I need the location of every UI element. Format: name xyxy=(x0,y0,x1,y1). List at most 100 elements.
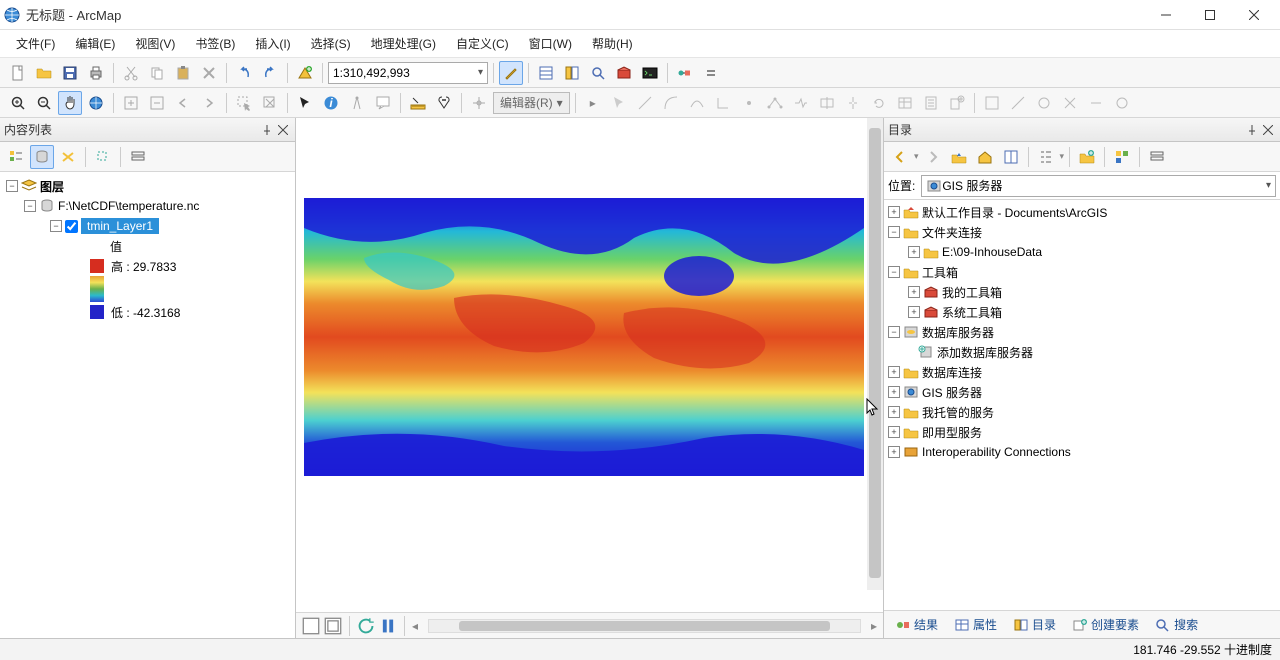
measure-icon[interactable] xyxy=(406,91,430,115)
menu-edit[interactable]: 编辑(E) xyxy=(67,32,123,55)
zoom-in-icon[interactable] xyxy=(6,91,30,115)
model-builder-icon[interactable] xyxy=(673,61,697,85)
full-extent-icon[interactable] xyxy=(84,91,108,115)
horizontal-scrollbar[interactable] xyxy=(428,619,861,633)
menu-customize[interactable]: 自定义(C) xyxy=(448,32,517,55)
sketch-properties-icon[interactable] xyxy=(919,91,943,115)
tree-expand-icon[interactable]: + xyxy=(888,446,900,458)
scroll-right-icon[interactable]: ▸ xyxy=(871,619,877,633)
tree-expand-icon[interactable]: + xyxy=(888,406,900,418)
delete-icon[interactable] xyxy=(197,61,221,85)
list-by-source-icon[interactable] xyxy=(30,145,54,169)
georef-icon[interactable] xyxy=(980,91,1004,115)
pan-icon[interactable] xyxy=(58,91,82,115)
list-by-selection-icon[interactable] xyxy=(91,145,115,169)
menu-select[interactable]: 选择(S) xyxy=(303,32,359,55)
tree-collapse-icon[interactable]: − xyxy=(888,226,900,238)
list-by-visibility-icon[interactable] xyxy=(56,145,80,169)
tree-expand-icon[interactable]: + xyxy=(908,286,920,298)
table-of-contents-icon[interactable] xyxy=(534,61,558,85)
reshape-icon[interactable] xyxy=(789,91,813,115)
menu-file[interactable]: 文件(F) xyxy=(8,32,63,55)
close-icon[interactable] xyxy=(1260,122,1276,138)
fixed-zoom-out-icon[interactable] xyxy=(145,91,169,115)
georef-icon-2[interactable] xyxy=(1006,91,1030,115)
menu-view[interactable]: 视图(V) xyxy=(127,32,183,55)
create-features-icon[interactable] xyxy=(945,91,969,115)
catalog-database-servers[interactable]: 数据库服务器 xyxy=(922,324,994,341)
tree-collapse-icon[interactable]: − xyxy=(50,220,62,232)
vertical-scrollbar[interactable] xyxy=(867,118,883,590)
toolbar-options-icon[interactable] xyxy=(699,61,723,85)
map-canvas[interactable] xyxy=(296,118,883,612)
tree-collapse-icon[interactable]: − xyxy=(24,200,36,212)
paste-icon[interactable] xyxy=(171,61,195,85)
catalog-add-db-server[interactable]: 添加数据库服务器 xyxy=(937,344,1033,361)
tree-collapse-icon[interactable]: − xyxy=(888,326,900,338)
catalog-window-icon[interactable] xyxy=(560,61,584,85)
home-icon[interactable] xyxy=(973,145,997,169)
toggle-contents-icon[interactable] xyxy=(999,145,1023,169)
georef-icon-3[interactable] xyxy=(1032,91,1056,115)
map-scale-combo[interactable]: 1:310,492,993 ▾ xyxy=(328,62,488,84)
open-icon[interactable] xyxy=(32,61,56,85)
catalog-gis-servers[interactable]: GIS 服务器 xyxy=(922,384,982,401)
edit-vertices-icon[interactable] xyxy=(763,91,787,115)
toc-options-icon[interactable] xyxy=(126,145,150,169)
go-to-xy-icon[interactable] xyxy=(467,91,491,115)
back-icon[interactable] xyxy=(888,145,912,169)
cut-icon[interactable] xyxy=(119,61,143,85)
georef-icon-5[interactable] xyxy=(1084,91,1108,115)
catalog-interop[interactable]: Interoperability Connections xyxy=(922,445,1071,459)
scroll-left-icon[interactable]: ◂ xyxy=(412,619,418,633)
catalog-folder-1[interactable]: E:\09-InhouseData xyxy=(942,245,1042,259)
find-icon[interactable] xyxy=(432,91,456,115)
forward-icon[interactable] xyxy=(921,145,945,169)
catalog-hosted-services[interactable]: 我托管的服务 xyxy=(922,404,994,421)
editor-toolbar-icon[interactable] xyxy=(499,61,523,85)
arc-toolbox-icon[interactable] xyxy=(612,61,636,85)
connect-folder-icon[interactable] xyxy=(1075,145,1099,169)
menu-help[interactable]: 帮助(H) xyxy=(584,32,641,55)
redo-icon[interactable] xyxy=(258,61,282,85)
tree-expand-icon[interactable]: + xyxy=(908,246,920,258)
tree-expand-icon[interactable]: + xyxy=(888,386,900,398)
toc-root-label[interactable]: 图层 xyxy=(40,178,64,195)
zoom-out-icon[interactable] xyxy=(32,91,56,115)
undo-icon[interactable] xyxy=(232,61,256,85)
scrollbar-thumb[interactable] xyxy=(459,621,830,631)
tree-expand-icon[interactable]: + xyxy=(888,426,900,438)
window-minimize-button[interactable] xyxy=(1144,1,1188,29)
close-icon[interactable] xyxy=(275,122,291,138)
catalog-database-connections[interactable]: 数据库连接 xyxy=(922,364,982,381)
save-icon[interactable] xyxy=(58,61,82,85)
dropdown-arrow-icon[interactable]: ▾ xyxy=(1060,151,1065,162)
catalog-ready-services[interactable]: 即用型服务 xyxy=(922,424,982,441)
python-window-icon[interactable] xyxy=(638,61,662,85)
toc-layer-label[interactable]: tmin_Layer1 xyxy=(81,218,159,234)
tab-results[interactable]: 结果 xyxy=(888,613,945,636)
clear-selection-icon[interactable] xyxy=(258,91,282,115)
list-by-drawing-order-icon[interactable] xyxy=(4,145,28,169)
tab-create-features[interactable]: 创建要素 xyxy=(1065,613,1146,636)
pin-icon[interactable] xyxy=(259,122,275,138)
refresh-icon[interactable] xyxy=(357,617,375,635)
layout-view-icon[interactable] xyxy=(324,617,342,635)
tree-collapse-icon[interactable]: − xyxy=(6,180,18,192)
catalog-home-folder[interactable]: 默认工作目录 - Documents\ArcGIS xyxy=(922,204,1107,221)
split-icon[interactable] xyxy=(841,91,865,115)
right-angle-icon[interactable] xyxy=(711,91,735,115)
catalog-folder-connections[interactable]: 文件夹连接 xyxy=(922,224,982,241)
fixed-zoom-in-icon[interactable] xyxy=(119,91,143,115)
menu-geoprocessing[interactable]: 地理处理(G) xyxy=(363,32,444,55)
catalog-my-toolbox[interactable]: 我的工具箱 xyxy=(942,284,1002,301)
copy-icon[interactable] xyxy=(145,61,169,85)
search-window-icon[interactable] xyxy=(586,61,610,85)
tree-expand-icon[interactable]: + xyxy=(908,306,920,318)
new-document-icon[interactable] xyxy=(6,61,30,85)
html-popup-icon[interactable] xyxy=(371,91,395,115)
arc-segment-icon[interactable] xyxy=(659,91,683,115)
georef-icon-6[interactable] xyxy=(1110,91,1134,115)
georef-icon-4[interactable] xyxy=(1058,91,1082,115)
go-forward-extent-icon[interactable] xyxy=(197,91,221,115)
